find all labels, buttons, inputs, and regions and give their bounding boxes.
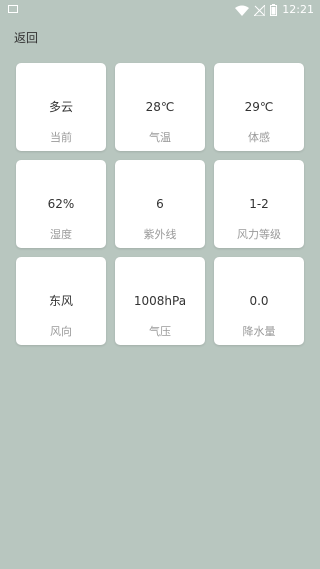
card-current: 多云 当前 xyxy=(16,63,106,151)
card-value: 29℃ xyxy=(244,100,274,114)
card-label: 风向 xyxy=(50,325,72,338)
card-value: 东风 xyxy=(48,294,73,308)
clock: 12:21 xyxy=(282,3,314,16)
signal-icon xyxy=(254,4,266,16)
status-bar: 12:21 xyxy=(0,0,320,20)
card-value: 1008hPa xyxy=(133,294,187,308)
back-button[interactable]: 返回 xyxy=(14,30,38,46)
card-value: 62% xyxy=(47,197,75,211)
card-label: 风力等级 xyxy=(237,228,281,241)
card-feels-like: 29℃ 体感 xyxy=(214,63,304,151)
card-uv-index: 6 紫外线 xyxy=(115,160,205,248)
card-value: 0.0 xyxy=(249,294,269,308)
card-label: 紫外线 xyxy=(143,228,177,241)
card-pressure: 1008hPa 气压 xyxy=(115,257,205,345)
card-precipitation: 0.0 降水量 xyxy=(214,257,304,345)
weather-grid: 多云 当前 28℃ 气温 29℃ 体感 62% 湿度 6 紫外线 1-2 风力等… xyxy=(16,63,304,345)
image-icon xyxy=(8,5,18,13)
card-label: 降水量 xyxy=(242,325,276,338)
card-value: 多云 xyxy=(48,100,73,114)
battery-icon xyxy=(270,4,278,16)
card-label: 体感 xyxy=(248,131,270,144)
card-label: 气温 xyxy=(149,131,171,144)
card-label: 当前 xyxy=(50,131,72,144)
card-label: 湿度 xyxy=(50,228,72,241)
card-value: 1-2 xyxy=(249,197,269,211)
wifi-icon xyxy=(235,5,250,16)
card-label: 气压 xyxy=(149,325,171,338)
status-icons: 12:21 xyxy=(235,3,314,17)
card-wind-level: 1-2 风力等级 xyxy=(214,160,304,248)
card-value: 28℃ xyxy=(145,100,175,114)
card-value: 6 xyxy=(156,197,164,211)
card-humidity: 62% 湿度 xyxy=(16,160,106,248)
card-temperature: 28℃ 气温 xyxy=(115,63,205,151)
card-wind-direction: 东风 风向 xyxy=(16,257,106,345)
